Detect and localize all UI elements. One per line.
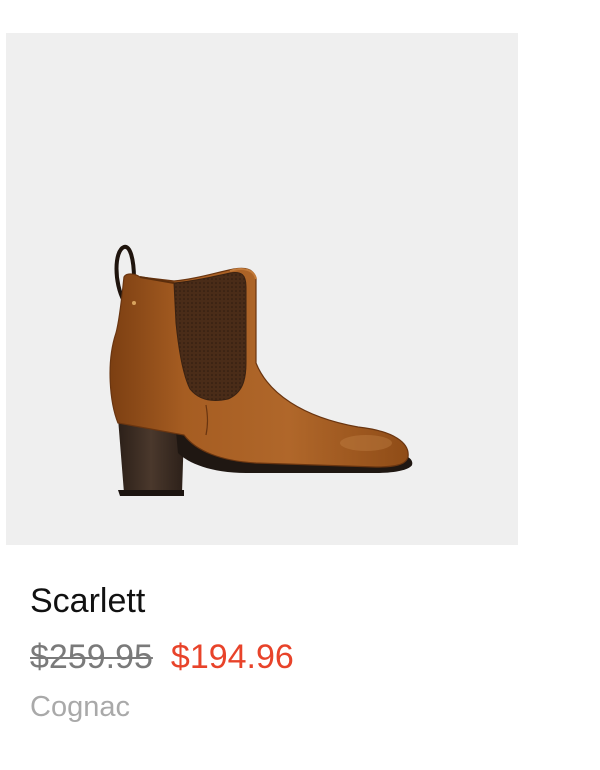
sale-price: $194.96 [170,638,294,676]
price-row: $259.95 $194.96 [30,636,294,678]
original-price: $259.95 [30,638,153,676]
product-card[interactable]: Scarlett $259.95 $194.96 Cognac [0,0,600,770]
product-name[interactable]: Scarlett [30,580,145,622]
color-name: Cognac [30,691,130,723]
ankle-boot-image [109,244,413,496]
product-image[interactable] [6,33,518,545]
